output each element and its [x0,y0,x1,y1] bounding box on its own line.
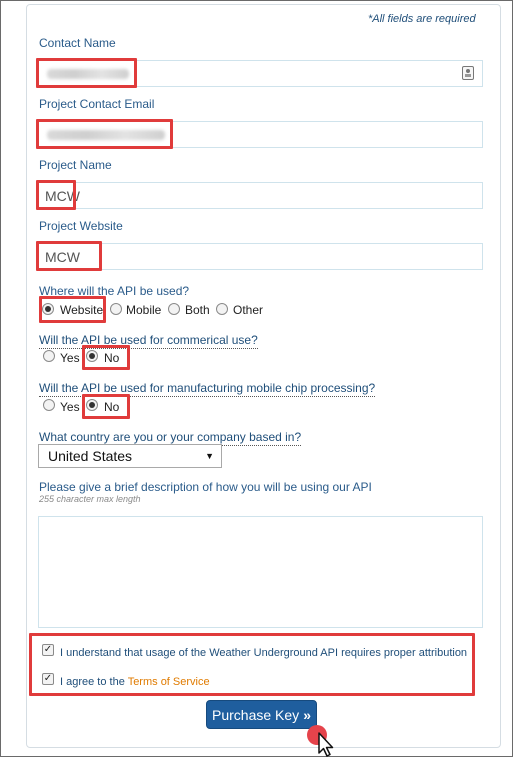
radio-mobile-label: Mobile [126,303,162,317]
radio-website[interactable] [42,303,54,315]
mouse-cursor-icon [307,725,334,757]
api-usage-question: Where will the API be used? [39,284,190,298]
radio-website-label: Website [60,303,104,317]
radio-mobile[interactable] [110,303,122,315]
project-name-input[interactable]: MCW [38,182,483,209]
radio-both[interactable] [168,303,180,315]
project-website-input[interactable]: MCW [38,243,483,270]
redacted-text [47,69,129,79]
radio-chip-no[interactable] [86,399,98,411]
radio-other[interactable] [216,303,228,315]
project-name-value: MCW [45,188,80,204]
country-select[interactable]: United States ▼ [38,444,222,468]
project-website-value: MCW [45,249,80,265]
required-note: *All fields are required [368,13,476,25]
project-website-label: Project Website [39,219,123,233]
description-textarea[interactable] [38,516,483,628]
contact-name-input[interactable] [38,60,483,87]
contact-card-icon[interactable] [462,66,474,80]
redacted-text [47,130,165,140]
terms-text: I agree to the Terms of Service [60,676,210,688]
radio-both-label: Both [185,303,210,317]
terms-prefix: I agree to the [60,676,125,688]
dropdown-arrow-icon: ▼ [205,451,214,461]
attribution-text: I understand that usage of the Weather U… [60,647,468,659]
radio-commercial-no[interactable] [86,350,98,362]
radio-chip-yes[interactable] [43,399,55,411]
radio-commercial-yes[interactable] [43,350,55,362]
form-card [26,4,501,748]
radio-commercial-no-label: No [104,351,120,365]
purchase-key-label: Purchase Key [212,707,300,723]
terms-checkbox[interactable]: ✓ [42,673,54,685]
double-chevron-right-icon: » [303,707,311,723]
description-hint: 255 character max length [39,494,141,504]
contact-name-label: Contact Name [39,36,116,50]
country-selected-value: United States [48,448,133,464]
commercial-use-question: Will the API be used for commerical use? [39,333,258,349]
chip-processing-question: Will the API be used for manufacturing m… [39,381,376,397]
terms-of-service-link[interactable]: Terms of Service [128,676,210,688]
project-name-label: Project Name [39,158,112,172]
purchase-key-button[interactable]: Purchase Key» [206,700,317,729]
attribution-checkbox[interactable]: ✓ [42,644,54,656]
radio-chip-no-label: No [104,400,120,414]
radio-other-label: Other [233,303,264,317]
radio-chip-yes-label: Yes [60,400,80,414]
contact-email-input[interactable] [38,121,483,148]
radio-commercial-yes-label: Yes [60,351,80,365]
contact-email-label: Project Contact Email [39,97,155,111]
description-label: Please give a brief description of how y… [39,480,372,494]
